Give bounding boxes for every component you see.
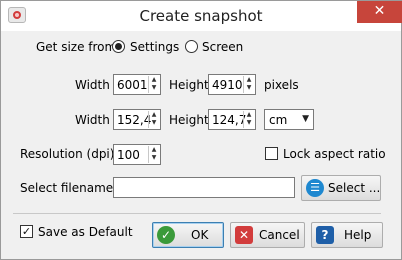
ok-button-label: OK [191, 228, 209, 242]
window-title: Create snapshot [139, 7, 263, 25]
get-size-from-label: Get size from [36, 40, 117, 54]
radio-screen[interactable] [185, 40, 198, 53]
physical-width-spinner[interactable]: 152,4 ▲ ▼ [113, 109, 161, 130]
lock-aspect-checkbox[interactable] [265, 147, 278, 160]
pixel-height-spinner[interactable]: 4910 ▲ ▼ [208, 74, 256, 95]
radio-screen-label[interactable]: Screen [202, 40, 243, 54]
unit-select-value: cm [269, 113, 288, 127]
spinner-arrows-icon[interactable]: ▲ ▼ [148, 111, 159, 128]
lock-aspect-label[interactable]: Lock aspect ratio [283, 147, 386, 161]
physical-width-label: Width [75, 113, 110, 127]
resolution-label: Resolution (dpi) [20, 147, 115, 161]
x-icon: ✕ [235, 226, 253, 244]
dialog-body: Get size from Settings Screen Width 6001… [9, 32, 394, 253]
spinner-arrows-icon[interactable]: ▲ ▼ [243, 111, 254, 128]
pixel-height-label: Height [169, 78, 209, 92]
resolution-spinner[interactable]: 100 ▲ ▼ [113, 144, 161, 165]
cancel-button-label: Cancel [259, 228, 300, 242]
select-filename-label: Select filename [20, 181, 114, 195]
ok-button[interactable]: ✓ OK [152, 222, 224, 248]
physical-width-value: 152,4 [117, 113, 152, 127]
question-icon: ? [316, 226, 334, 244]
pixels-unit-label: pixels [264, 78, 299, 92]
pixel-width-value: 6001 [117, 78, 148, 92]
pixel-width-spinner[interactable]: 6001 ▲ ▼ [113, 74, 161, 95]
separator [13, 213, 381, 214]
checkmark-icon: ✓ [157, 226, 175, 244]
pixel-width-label: Width [75, 78, 110, 92]
spinner-arrows-icon[interactable]: ▲ ▼ [148, 146, 159, 163]
radio-settings[interactable] [112, 40, 125, 53]
cancel-button[interactable]: ✕ Cancel [230, 222, 305, 248]
radio-settings-label[interactable]: Settings [130, 40, 179, 54]
select-file-button-label: Select ... [328, 181, 381, 195]
select-file-button[interactable]: ☰ Select ... [301, 175, 381, 201]
physical-height-value: 124,7 [212, 113, 247, 127]
title-bar: Create snapshot ✕ [1, 1, 402, 31]
close-button[interactable]: ✕ [357, 1, 402, 23]
create-snapshot-dialog: Create snapshot ✕ Get size from Settings… [0, 0, 402, 260]
physical-height-spinner[interactable]: 124,7 ▲ ▼ [208, 109, 256, 130]
list-icon: ☰ [306, 179, 324, 197]
save-default-label[interactable]: Save as Default [38, 225, 133, 239]
help-button[interactable]: ? Help [311, 222, 383, 248]
spinner-arrows-icon[interactable]: ▲ ▼ [243, 76, 254, 93]
resolution-value: 100 [117, 148, 140, 162]
unit-select[interactable]: cm ▼ [264, 109, 314, 130]
pixel-height-value: 4910 [212, 78, 243, 92]
physical-height-label: Height [169, 113, 209, 127]
save-default-checkbox[interactable]: ✓ [20, 225, 33, 238]
help-button-label: Help [344, 228, 372, 242]
spinner-arrows-icon[interactable]: ▲ ▼ [148, 76, 159, 93]
chevron-down-icon: ▼ [302, 114, 309, 124]
filename-input[interactable] [113, 177, 295, 198]
